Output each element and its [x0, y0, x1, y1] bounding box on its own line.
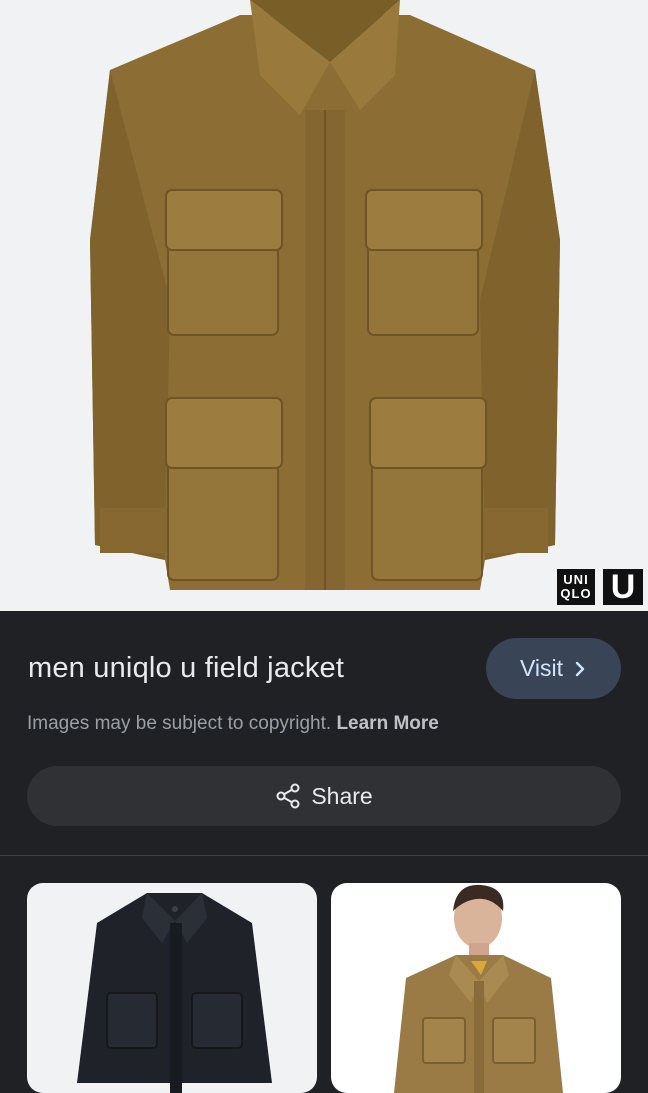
uniqlo-logo-line2: QLO: [560, 586, 592, 601]
related-image-black-jacket[interactable]: [27, 883, 317, 1093]
main-image[interactable]: [0, 0, 648, 611]
model-jacket-thumbnail: [394, 884, 563, 1093]
result-title: men uniqlo u field jacket: [28, 652, 345, 684]
visit-button[interactable]: Visit: [486, 638, 621, 699]
copyright-text: Images may be subject to copyright.: [27, 713, 332, 734]
uniqlo-logo-line1: UNI: [563, 572, 589, 587]
related-image-model-jacket[interactable]: [331, 883, 621, 1093]
learn-more-link[interactable]: Learn More: [336, 713, 438, 734]
uniqlo-u-mark: U: [610, 567, 636, 606]
chevron-right-icon: [575, 661, 585, 676]
share-icon: [276, 783, 300, 809]
uniqlo-u-logo: U: [601, 567, 645, 607]
copyright-notice: Images may be subject to copyright. Lear…: [27, 713, 439, 735]
share-label: Share: [311, 782, 373, 809]
share-button[interactable]: Share: [27, 766, 621, 826]
visit-label: Visit: [519, 655, 564, 681]
uniqlo-logo: UNI QLO: [555, 567, 597, 607]
olive-field-jacket-image: [90, 0, 560, 590]
black-jacket-thumbnail: [77, 893, 272, 1093]
divider: [0, 855, 648, 856]
